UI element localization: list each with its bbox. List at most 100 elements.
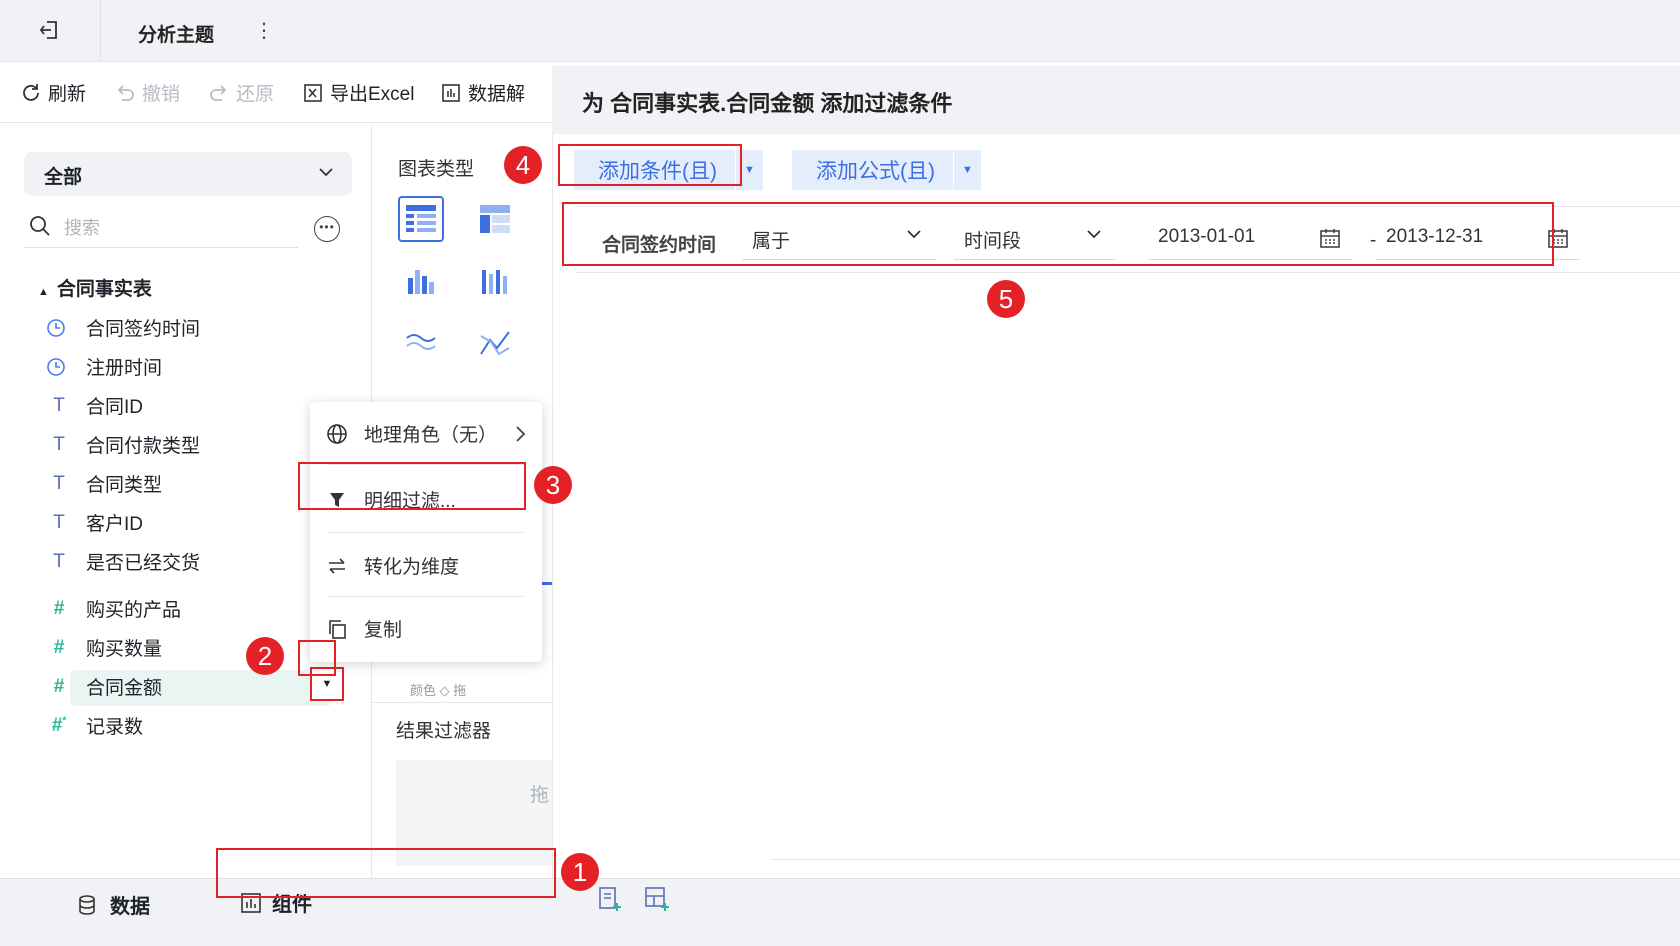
dialog-title: 为 合同事实表.合同金额 添加过滤条件	[582, 91, 953, 116]
highlight-box	[558, 144, 742, 186]
highlight-box	[298, 640, 336, 676]
search-input[interactable]	[64, 218, 284, 239]
table-node[interactable]: ▲ 合同事实表	[38, 274, 152, 301]
field-label: 合同金额	[86, 678, 163, 699]
add-dashboard-icon[interactable]	[644, 886, 670, 912]
top-bar	[0, 0, 1680, 62]
field-label: 购买的产品	[86, 600, 182, 621]
stacked-bar-icon[interactable]	[472, 258, 518, 304]
condition-divider	[576, 272, 1680, 273]
refresh-icon	[20, 82, 42, 104]
field-item[interactable]: # 购买的产品	[46, 595, 181, 622]
tab-data[interactable]: 数据	[76, 890, 150, 919]
step-badge: 5	[987, 280, 1025, 318]
grouped-bar-icon[interactable]	[398, 258, 444, 304]
data-parse-button[interactable]: 数据解	[440, 79, 536, 106]
copy-label: 复制	[364, 620, 403, 641]
to-dimension-label: 转化为维度	[364, 557, 460, 578]
field-label: 是否已经交货	[86, 553, 201, 574]
field-label: 合同ID	[86, 397, 144, 418]
text-type-icon: T	[53, 433, 65, 455]
globe-icon	[326, 423, 348, 445]
number-type-icon: #	[53, 675, 65, 697]
more-options-icon[interactable]: •••	[314, 216, 340, 242]
field-item[interactable]: T 合同付款类型	[46, 431, 200, 458]
chevron-down-icon	[316, 162, 336, 182]
menu-divider	[328, 532, 524, 533]
field-item[interactable]: 合同签约时间	[46, 314, 200, 341]
clock-icon	[46, 357, 72, 377]
text-type-icon: T	[53, 472, 65, 494]
highlight-box	[562, 202, 1554, 266]
search-icon	[28, 214, 52, 238]
area-chart-icon[interactable]	[472, 320, 518, 366]
field-item-selected[interactable]: # 合同金额	[46, 673, 162, 700]
menu-divider	[328, 596, 524, 597]
copy-menu-item[interactable]: 复制	[326, 615, 402, 642]
redo-icon	[208, 82, 230, 104]
field-item[interactable]: T 客户ID	[46, 509, 143, 536]
scope-select-value: 全部	[44, 167, 83, 188]
undo-button[interactable]: 撤销	[114, 79, 180, 106]
topbar-divider	[100, 0, 101, 62]
color-drop-zone: 颜色 ◇ 拖	[410, 683, 467, 698]
clock-icon	[46, 318, 72, 338]
drop-hint: 拖	[530, 785, 550, 806]
field-item[interactable]: T 合同ID	[46, 392, 143, 419]
copy-icon	[326, 618, 348, 640]
data-label: 数据解	[468, 84, 526, 105]
swap-icon	[326, 555, 348, 577]
excel-icon	[302, 82, 324, 104]
line-chart-icon[interactable]	[398, 320, 444, 366]
add-formula-button[interactable]: 添加公式(且) ▼	[792, 150, 981, 190]
field-item[interactable]: #* 记录数	[46, 712, 143, 739]
highlight-box	[216, 848, 556, 898]
field-label: 合同类型	[86, 475, 163, 496]
number-type-icon: #	[53, 636, 65, 658]
page-title: 分析主题	[138, 25, 215, 46]
caret-down-icon[interactable]: ▼	[953, 150, 981, 190]
cross-table-icon[interactable]	[472, 196, 518, 242]
field-item[interactable]: 注册时间	[46, 353, 162, 380]
step-badge: 2	[246, 637, 284, 675]
redo-label: 还原	[236, 84, 275, 105]
result-filter-label: 结果过滤器	[396, 721, 492, 742]
caret-down-icon: ▲	[38, 286, 49, 298]
undo-icon	[114, 82, 136, 104]
geo-role-label: 地理角色（无）	[364, 425, 498, 446]
step-badge: 1	[561, 853, 599, 891]
geo-role-menu-item[interactable]: 地理角色（无）	[326, 420, 497, 447]
chevron-right-icon	[514, 424, 528, 444]
table-name: 合同事实表	[56, 279, 152, 300]
field-label: 合同付款类型	[86, 436, 201, 457]
text-type-icon: T	[53, 511, 65, 533]
chart-type-label: 图表类型	[398, 159, 475, 180]
field-label: 注册时间	[86, 358, 163, 379]
export-excel-button[interactable]: 导出Excel	[302, 79, 414, 106]
field-label: 合同签约时间	[86, 319, 201, 340]
more-vertical-icon[interactable]: ⋮	[254, 18, 274, 43]
add-formula-label: 添加公式(且)	[816, 160, 935, 183]
field-item[interactable]: T 是否已经交货	[46, 548, 200, 575]
text-type-icon: T	[53, 394, 65, 416]
field-item[interactable]: # 购买数量	[46, 634, 162, 661]
tab-data-label: 数据	[110, 896, 150, 918]
step-badge: 4	[504, 146, 542, 184]
refresh-button[interactable]: 刷新	[20, 79, 86, 106]
count-type-icon: #*	[51, 714, 67, 736]
exit-icon[interactable]	[38, 18, 62, 42]
field-label: 购买数量	[86, 639, 163, 660]
redo-button[interactable]: 还原	[208, 79, 274, 106]
dialog-bottom-line	[770, 859, 1680, 860]
database-icon	[76, 894, 98, 916]
step-badge: 3	[534, 466, 572, 504]
add-sheet-icon[interactable]	[598, 886, 622, 912]
highlight-box	[298, 462, 526, 510]
text-type-icon: T	[53, 550, 65, 572]
field-item[interactable]: T 合同类型	[46, 470, 162, 497]
divider	[372, 702, 560, 703]
undo-label: 撤销	[142, 84, 181, 105]
to-dimension-menu-item[interactable]: 转化为维度	[326, 552, 459, 579]
table-chart-icon[interactable]	[398, 196, 444, 242]
number-type-icon: #	[53, 597, 65, 619]
